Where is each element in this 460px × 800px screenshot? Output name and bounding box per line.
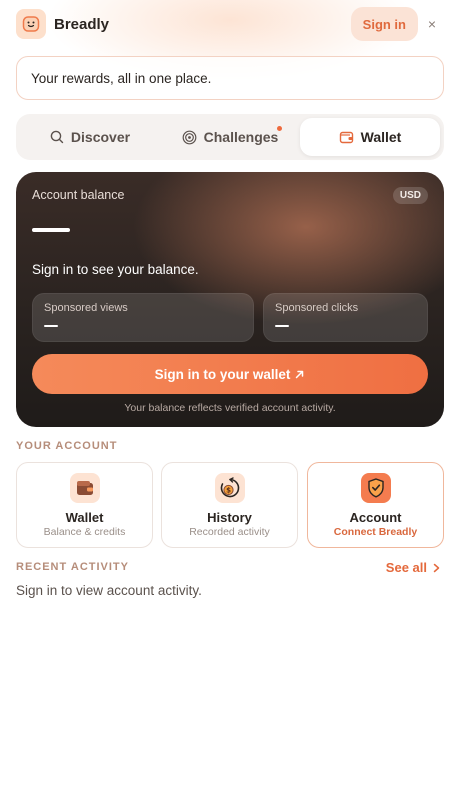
tab-discover[interactable]: Discover: [20, 118, 160, 156]
chevron-right-icon: [433, 563, 440, 572]
tagline-banner: Your rewards, all in one place.: [16, 56, 444, 100]
tile-title: Account: [349, 510, 402, 525]
wallet-tile[interactable]: Wallet Balance & credits: [16, 462, 153, 548]
stat-label: Sponsored views: [44, 302, 128, 314]
see-all-label: See all: [385, 560, 427, 575]
search-icon: [50, 130, 64, 144]
balance-message: Sign in to see your balance.: [32, 262, 199, 277]
tab-label: Wallet: [360, 129, 402, 145]
cta-label: Sign in to your wallet: [154, 366, 291, 382]
shield-check-icon: [361, 473, 391, 503]
brand-name: Breadly: [54, 15, 110, 33]
tile-title: Wallet: [65, 510, 104, 525]
tab-label: Challenges: [203, 129, 279, 145]
notification-dot: [277, 126, 282, 131]
tab-label: Discover: [70, 129, 131, 145]
wallet-icon: [339, 131, 353, 144]
wallet-icon: [70, 473, 100, 503]
balance-card: Account balance USD Sign in to see your …: [16, 172, 444, 427]
tab-bar: Discover Challenges Wallet: [16, 114, 444, 160]
signin-wallet-button[interactable]: Sign in to your wallet: [32, 354, 428, 394]
balance-note: Your balance reflects verified account a…: [124, 402, 336, 414]
currency-badge: USD: [392, 187, 428, 204]
your-account-heading: YOUR ACCOUNT: [16, 440, 118, 452]
tile-subtitle: Recorded activity: [189, 526, 270, 538]
balance-label: Account balance: [32, 188, 125, 202]
tile-title: History: [207, 510, 252, 525]
sponsored-views-stat: Sponsored views: [32, 293, 254, 342]
see-all-link[interactable]: See all: [386, 560, 440, 575]
stat-label: Sponsored clicks: [275, 302, 359, 314]
sponsored-clicks-stat: Sponsored clicks: [263, 293, 428, 342]
target-icon: [182, 130, 197, 144]
breadly-logo-icon: [16, 9, 46, 39]
balance-placeholder: [32, 228, 70, 232]
arrow-up-right-icon: [296, 370, 304, 378]
history-coin-icon: $: [215, 473, 245, 503]
account-tile[interactable]: Account Connect Breadly: [307, 462, 444, 548]
tile-subtitle: Connect Breadly: [333, 526, 418, 538]
history-tile[interactable]: $ History Recorded activity: [161, 462, 298, 548]
header: Breadly Sign in ×: [16, 7, 444, 41]
tile-subtitle: Balance & credits: [43, 526, 126, 538]
svg-text:$: $: [226, 487, 231, 495]
recent-activity-heading: RECENT ACTIVITY: [16, 561, 129, 573]
close-button[interactable]: ×: [422, 13, 442, 35]
tab-challenges[interactable]: Challenges: [160, 118, 300, 156]
tagline-text: Your rewards, all in one place.: [31, 70, 212, 86]
activity-message: Sign in to view account activity.: [16, 583, 202, 598]
tab-wallet[interactable]: Wallet: [300, 118, 440, 156]
header-signin-button[interactable]: Sign in: [350, 7, 418, 41]
stat-placeholder: [275, 325, 289, 327]
stat-placeholder: [44, 325, 58, 327]
